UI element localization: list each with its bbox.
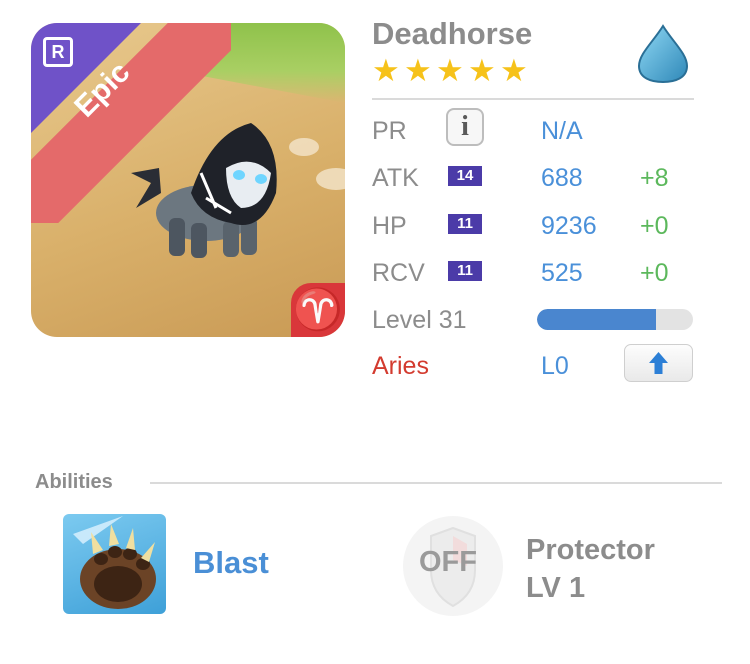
star-icon: ★ bbox=[436, 53, 464, 88]
creature-name: Deadhorse bbox=[372, 16, 533, 51]
star-rating: ★ ★ ★ ★ ★ bbox=[372, 53, 530, 88]
hp-label: HP bbox=[372, 212, 407, 240]
atk-label: ATK bbox=[372, 164, 419, 192]
level-label: Level 31 bbox=[372, 306, 467, 334]
star-icon: ★ bbox=[500, 53, 528, 88]
rcv-label: RCV bbox=[372, 259, 425, 287]
sign-label: Aries bbox=[372, 352, 429, 380]
atk-badge: 14 bbox=[448, 166, 482, 186]
water-drop-icon bbox=[637, 24, 689, 84]
passive-ability-name[interactable]: Protector LV 1 bbox=[526, 531, 655, 607]
passive-status: OFF bbox=[419, 546, 477, 578]
rcv-value: 525 bbox=[541, 259, 583, 287]
pr-label: PR bbox=[372, 117, 407, 145]
hp-badge: 11 bbox=[448, 214, 482, 234]
creature-portrait[interactable]: Epic R ♈ bbox=[31, 23, 345, 337]
rarity-icon: R bbox=[43, 37, 73, 67]
sign-level: L0 bbox=[541, 352, 569, 380]
pr-value: N/A bbox=[541, 117, 583, 145]
info-button[interactable]: i bbox=[446, 108, 484, 146]
atk-bonus: +8 bbox=[640, 164, 669, 192]
aries-icon: ♈ bbox=[291, 283, 345, 337]
hp-value: 9236 bbox=[541, 212, 597, 240]
abilities-divider bbox=[150, 482, 722, 484]
star-icon: ★ bbox=[468, 53, 496, 88]
header-divider bbox=[372, 98, 694, 100]
atk-value: 688 bbox=[541, 164, 583, 192]
rcv-badge: 11 bbox=[448, 261, 482, 281]
blast-ability-icon[interactable] bbox=[63, 514, 166, 614]
rarity-banner: Epic R bbox=[31, 23, 231, 223]
abilities-title: Abilities bbox=[35, 471, 113, 493]
claw-icon bbox=[73, 516, 156, 609]
arrow-up-icon bbox=[649, 352, 668, 374]
active-ability-name[interactable]: Blast bbox=[193, 545, 269, 581]
rcv-bonus: +0 bbox=[640, 259, 669, 287]
upgrade-button[interactable] bbox=[624, 344, 693, 382]
level-progress-fill bbox=[537, 309, 656, 330]
passive-ability-level: LV 1 bbox=[526, 572, 586, 604]
hp-bonus: +0 bbox=[640, 212, 669, 240]
star-icon: ★ bbox=[372, 53, 400, 88]
passive-ability-title: Protector bbox=[526, 534, 655, 566]
rock bbox=[316, 168, 345, 190]
star-icon: ★ bbox=[404, 53, 432, 88]
level-progress-bar bbox=[537, 309, 693, 330]
